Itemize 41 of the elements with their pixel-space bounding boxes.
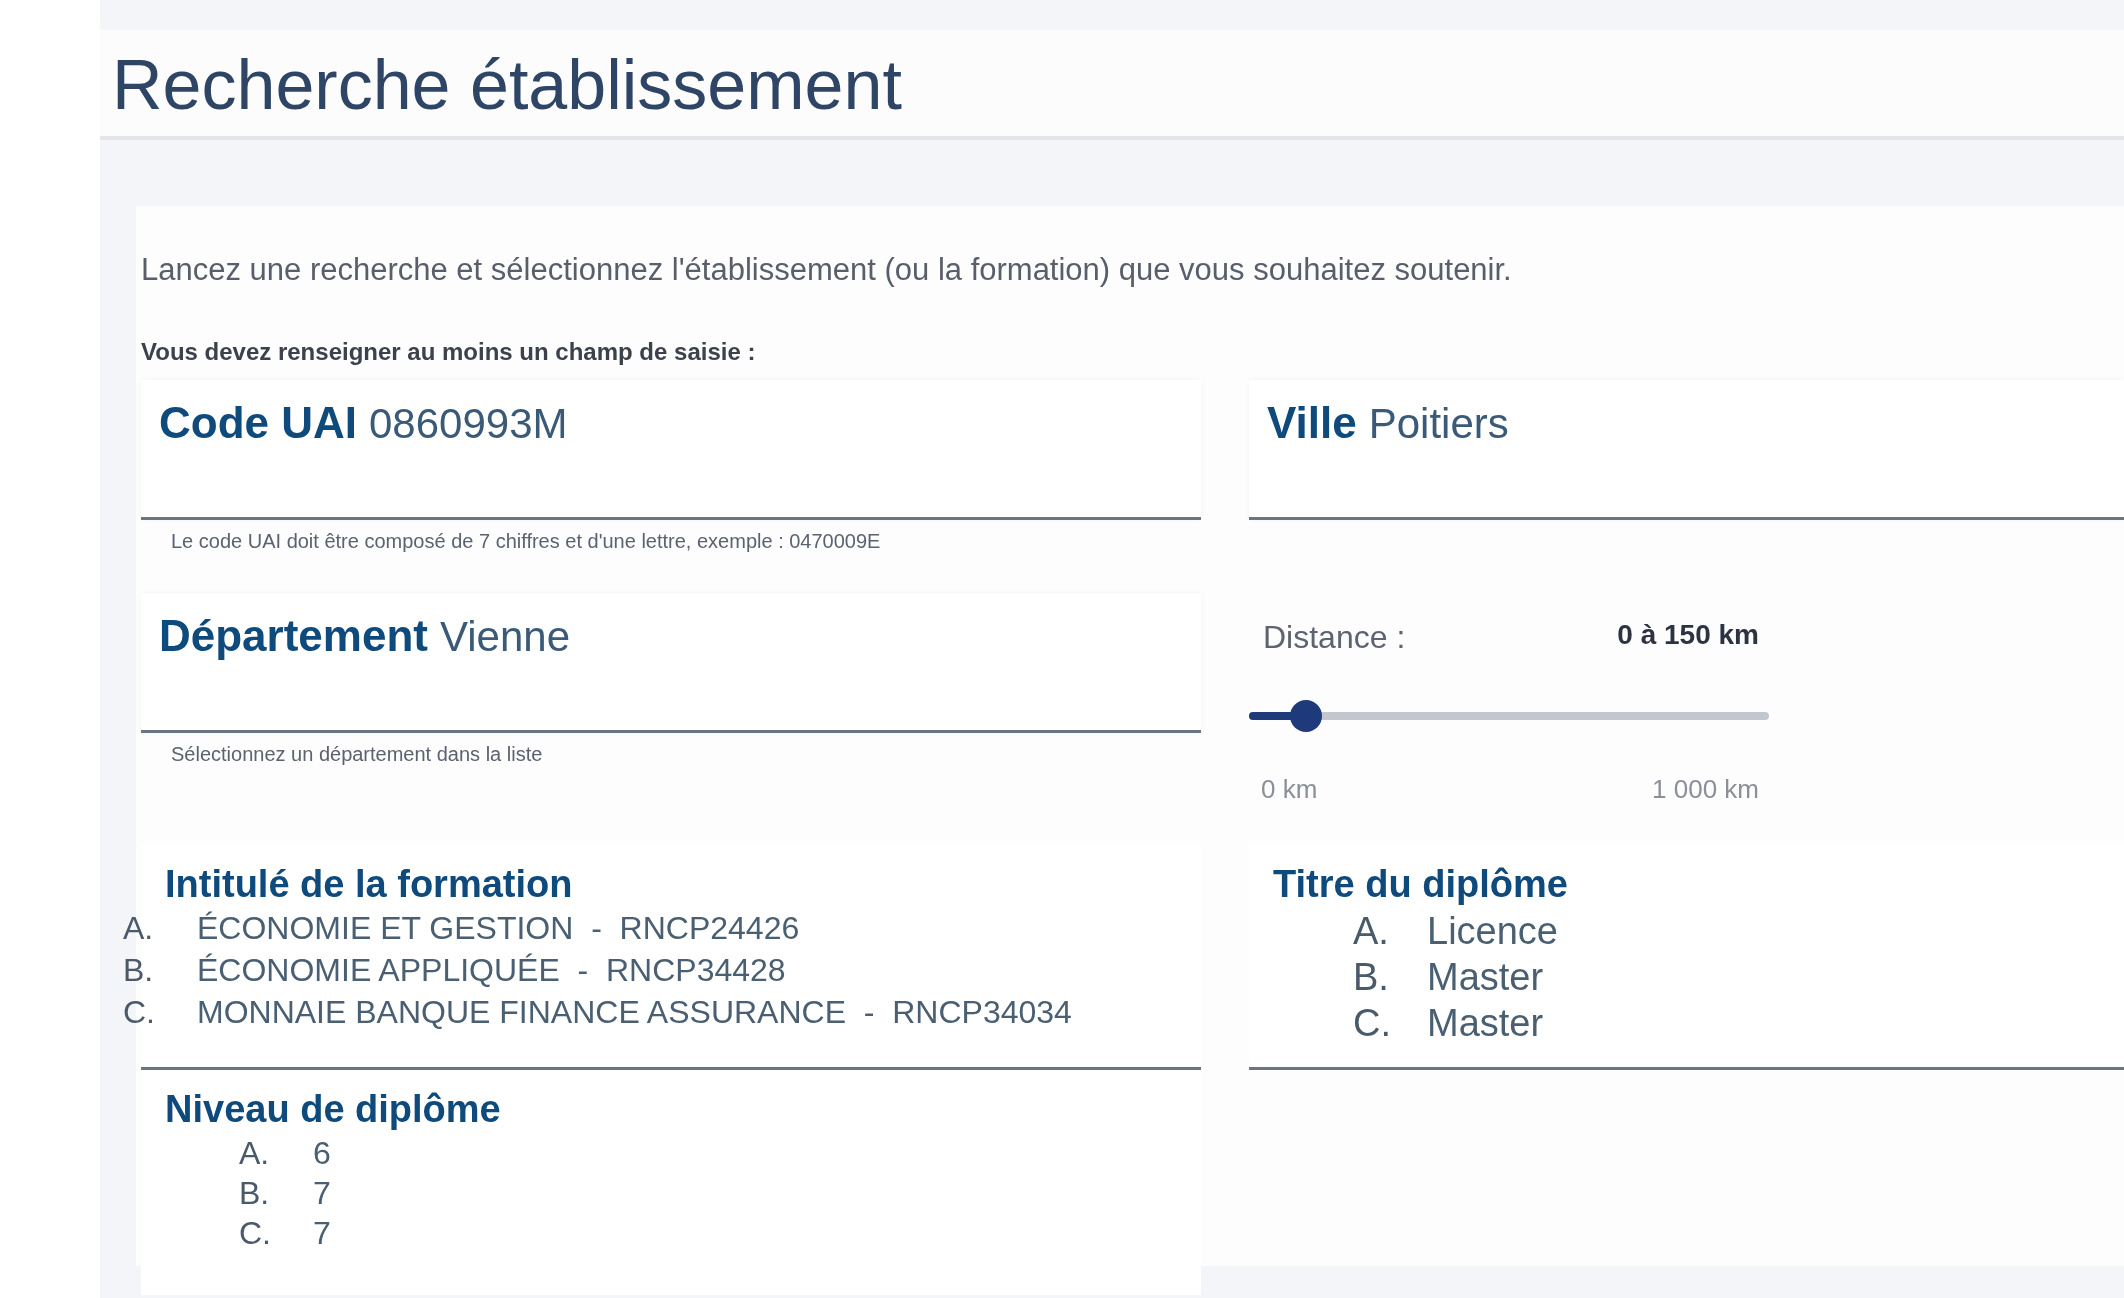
list-item: ÉCONOMIE ET GESTION - RNCP24426 [197, 910, 800, 947]
field-label: Ville [1267, 398, 1357, 447]
range-max-label: 1 000 km [1652, 774, 1759, 805]
list-item: 6 [313, 1135, 331, 1172]
list-marker: A. [123, 910, 155, 947]
list-title: Titre du diplôme [1273, 863, 1569, 906]
list-marker: A. [239, 1135, 271, 1172]
slider-track[interactable] [1249, 700, 1769, 732]
page-title: Recherche établissement [112, 45, 903, 126]
list-item: Master [1427, 1002, 1544, 1045]
list-marker: B. [1353, 956, 1390, 999]
list-marker: A. [1353, 910, 1390, 953]
field-label: Code UAI [159, 398, 357, 447]
distance-reading: 0 à 150 km [1617, 619, 1759, 652]
list-title: Intitulé de la formation [165, 863, 574, 906]
list-item: ÉCONOMIE APPLIQUÉE - RNCP34428 [197, 952, 786, 989]
list-item: MONNAIE BANQUE FINANCE ASSURANCE - RNCP34034 [197, 994, 1072, 1031]
list-item: Licence [1427, 910, 1558, 953]
list-marker: C. [123, 994, 156, 1031]
field-value: Vienne [439, 613, 570, 660]
input-field[interactable]: Département Vienne [141, 593, 1201, 733]
list-title: Niveau de diplôme [165, 1088, 502, 1131]
list-marker: B. [239, 1175, 271, 1212]
slider-thumb[interactable] [1290, 700, 1323, 732]
field-value: Poitiers [1368, 400, 1509, 447]
list-item: Master [1427, 956, 1544, 999]
intro-text: Lancez une recherche et sélectionnez l'établissement (ou la formation) que vous souhaitez soutenir. [141, 252, 1513, 288]
list-marker: C. [239, 1215, 272, 1252]
field-label: Département [159, 611, 428, 660]
input-field[interactable]: Code UAI 0860993M [141, 380, 1201, 520]
list-item: 7 [313, 1215, 331, 1252]
range-min-label: 0 km [1261, 774, 1318, 805]
field-hint: Sélectionnez un département dans la liste [171, 743, 543, 766]
field-hint: Le code UAI doit être composé de 7 chiffres et d'une lettre, exemple : 0470009E [171, 530, 881, 553]
distance-label: Distance : [1263, 619, 1406, 656]
field-value: 0860993M [369, 400, 568, 447]
input-field[interactable]: Ville Poitiers [1249, 380, 2124, 520]
list-marker: C. [1353, 1002, 1392, 1045]
list-item: 7 [313, 1175, 331, 1212]
list-marker: B. [123, 952, 155, 989]
requirement-text: Vous devez renseigner au moins un champ de saisie : [141, 338, 757, 366]
